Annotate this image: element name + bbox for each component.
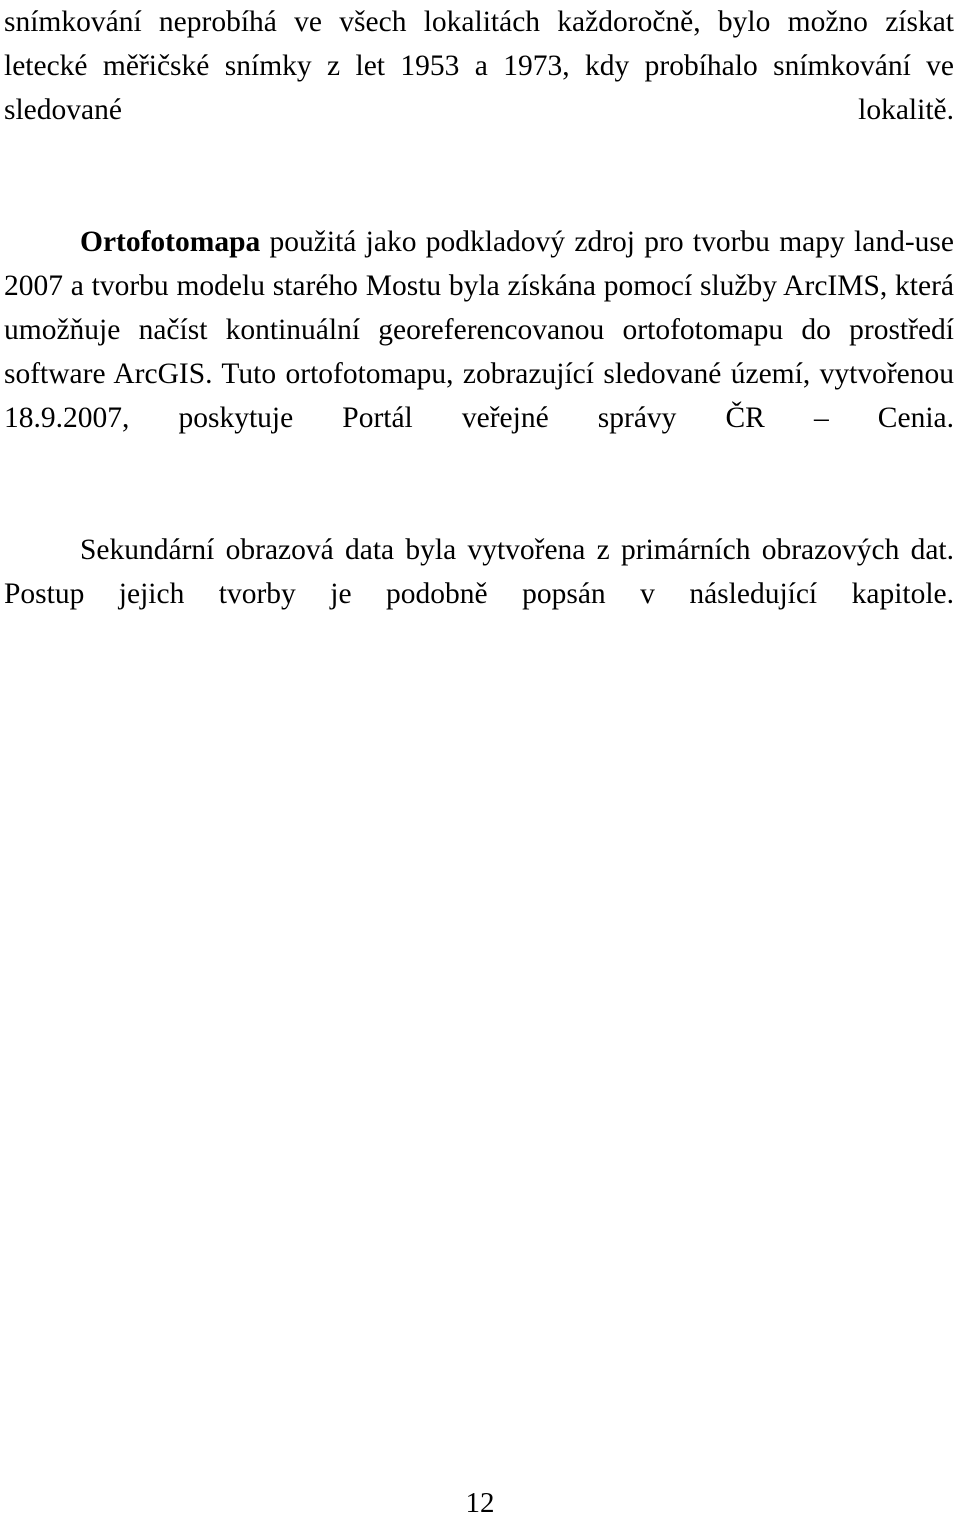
- paragraph-continued: snímkování neprobíhá ve všech lokalitách…: [4, 0, 954, 176]
- paragraph-sekundarni-text: Sekundární obrazová data byla vytvořena …: [4, 534, 954, 610]
- paragraph-continued-text: snímkování neprobíhá ve všech lokalitách…: [4, 6, 954, 126]
- paragraph-sekundarni: Sekundární obrazová data byla vytvořena …: [4, 528, 954, 660]
- paragraph-ortofotomapa-lead-bold: Ortofotomapa: [80, 226, 261, 258]
- document-page: snímkování neprobíhá ve všech lokalitách…: [0, 0, 960, 1529]
- body-text-column: snímkování neprobíhá ve všech lokalitách…: [4, 0, 954, 660]
- paragraph-ortofotomapa: Ortofotomapa použitá jako podkladový zdr…: [4, 220, 954, 484]
- page-number: 12: [465, 1487, 495, 1519]
